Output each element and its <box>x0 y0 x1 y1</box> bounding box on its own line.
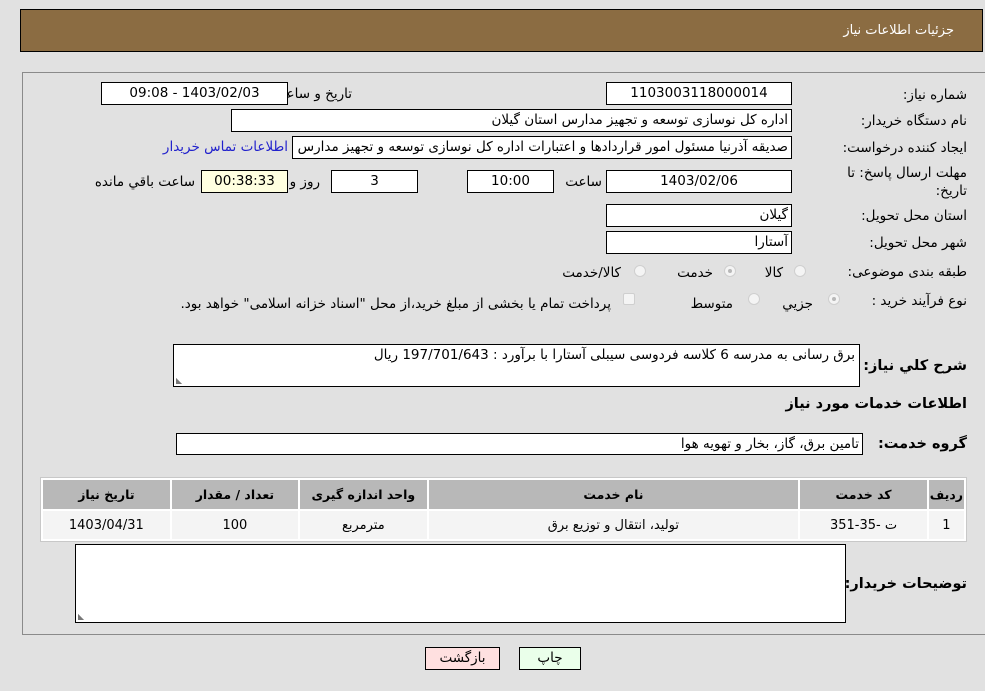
col-header-service-name: نام خدمت <box>428 480 799 509</box>
process-radio-medium[interactable] <box>748 293 760 305</box>
remaining-days-field: 3 <box>331 170 418 193</box>
cell-quantity: 100 <box>171 511 299 539</box>
city-field: آستارا <box>606 231 792 254</box>
requester-field: صدیقه آذرنیا مسئول امور قراردادها و اعتب… <box>292 136 792 159</box>
process-option-medium: متوسط <box>690 296 733 312</box>
treasury-bonds-note: پرداخت تمام یا بخشی از مبلغ خرید،از محل … <box>180 296 611 312</box>
service-group-label: گروه خدمت: <box>877 436 967 452</box>
category-option-service: خدمت <box>677 265 713 281</box>
city-label: شهر محل تحویل: <box>869 235 967 251</box>
col-header-quantity: تعداد / مقدار <box>171 480 299 509</box>
process-radio-minor[interactable] <box>828 293 840 305</box>
days-label: روز و <box>289 174 320 190</box>
remaining-time-field: 00:38:33 <box>201 170 288 193</box>
col-header-row-number: ردیف <box>928 480 964 509</box>
service-group-field: تامین برق، گاز، بخار و تهویه هوا <box>176 433 863 455</box>
process-option-minor: جزیي <box>782 296 813 312</box>
buyer-notes-field[interactable]: ◢ <box>75 544 846 623</box>
col-header-unit: واحد اندازه گیری <box>300 480 427 509</box>
requester-label: ایجاد کننده درخواست: <box>842 140 967 156</box>
category-option-goods: کالا <box>764 265 783 281</box>
category-label: طبقه بندی موضوعی: <box>847 264 967 280</box>
cell-service-name: تولید، انتقال و توزیع برق <box>428 511 799 539</box>
description-label: شرح کلي نیاز: <box>863 358 967 374</box>
services-table: ردیف کد خدمت نام خدمت واحد اندازه گیری ت… <box>40 477 967 542</box>
resize-handle-icon[interactable]: ◢ <box>176 376 182 385</box>
deadline-time-field: 10:00 <box>467 170 554 193</box>
need-number-field: 1103003118000014 <box>606 82 792 105</box>
table-row: 1 ت -35-351 تولید، انتقال و توزیع برق مت… <box>43 511 964 539</box>
cell-service-code: ت -35-351 <box>800 511 927 539</box>
page-header: جزئیات اطلاعات نیاز <box>20 9 983 52</box>
buyer-notes-label: توضیحات خریدار: <box>844 576 967 592</box>
cell-need-date: 1403/04/31 <box>43 511 170 539</box>
need-number-label: شماره نیاز: <box>902 87 967 103</box>
print-button[interactable]: چاپ <box>519 647 581 670</box>
deadline-label: مهلت ارسال پاسخ: تا تاریخ: <box>847 165 967 199</box>
cell-unit: مترمربع <box>300 511 427 539</box>
col-header-need-date: تاریخ نیاز <box>43 480 170 509</box>
description-field[interactable]: برق رسانی به مدرسه 6 کلاسه فردوسی سیبلی … <box>173 344 860 387</box>
description-text: برق رسانی به مدرسه 6 کلاسه فردوسی سیبلی … <box>373 347 855 363</box>
deadline-time-label: ساعت <box>565 174 602 190</box>
buyer-org-field: اداره کل نوسازی توسعه و تجهیز مدارس استا… <box>231 109 792 132</box>
category-radio-goods[interactable] <box>794 265 806 277</box>
table-header-row: ردیف کد خدمت نام خدمت واحد اندازه گیری ت… <box>43 480 964 509</box>
treasury-bonds-checkbox[interactable] <box>623 293 635 305</box>
process-label: نوع فرآیند خرید : <box>871 293 967 309</box>
back-button[interactable]: بازگشت <box>425 647 500 670</box>
page-title: جزئیات اطلاعات نیاز <box>843 23 954 38</box>
province-label: استان محل تحویل: <box>861 208 967 224</box>
remaining-time-label: ساعت باقي مانده <box>94 174 195 190</box>
category-radio-goods-service[interactable] <box>634 265 646 277</box>
category-option-goods-service: کالا/خدمت <box>562 265 621 281</box>
cell-row-number: 1 <box>928 511 964 539</box>
buyer-org-label: نام دستگاه خریدار: <box>860 113 967 129</box>
services-section-title: اطلاعات خدمات مورد نیاز <box>785 396 967 412</box>
buyer-contact-link[interactable]: اطلاعات تماس خریدار <box>163 139 288 155</box>
category-radio-service[interactable] <box>724 265 736 277</box>
province-field: گیلان <box>606 204 792 227</box>
deadline-date-field: 1403/02/06 <box>606 170 792 193</box>
announce-datetime-field: 1403/02/03 - 09:08 <box>101 82 288 105</box>
resize-handle-icon[interactable]: ◢ <box>78 612 84 621</box>
col-header-service-code: کد خدمت <box>800 480 927 509</box>
